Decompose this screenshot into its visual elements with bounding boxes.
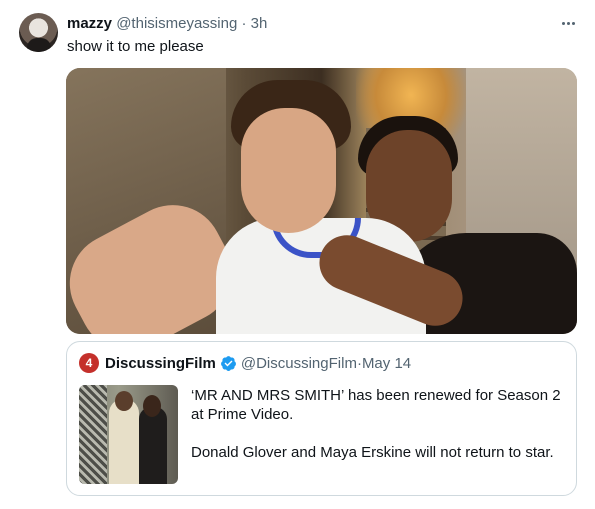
quoted-text-paragraph: Donald Glover and Maya Erskine will not … [191, 444, 554, 461]
quoted-tweet-text: ‘MR AND MRS SMITH’ has been renewed for … [191, 386, 567, 462]
tweet[interactable]: mazzy @thisismeyassing · 3h show it to m… [0, 0, 595, 509]
more-icon[interactable] [557, 14, 579, 32]
tweet-timestamp[interactable]: 3h [251, 15, 268, 32]
quoted-author-name[interactable]: DiscussingFilm [105, 355, 216, 372]
quoted-tweet-timestamp[interactable]: May 14 [362, 355, 411, 372]
tweet-text: show it to me please [67, 38, 204, 55]
author-handle[interactable]: @thisismeyassing [116, 15, 237, 32]
avatar[interactable] [19, 13, 58, 52]
tweet-photo[interactable] [66, 68, 577, 334]
quoted-tweet-thumbnail[interactable] [79, 385, 178, 484]
discussingfilm-logo: 4 [79, 353, 99, 373]
separator-dot: · [241, 15, 247, 32]
verified-badge-icon [220, 355, 236, 371]
quoted-text-paragraph: ‘MR AND MRS SMITH’ has been renewed for … [191, 387, 561, 423]
tweet-header: mazzy @thisismeyassing · 3h [67, 15, 267, 33]
author-name[interactable]: mazzy [67, 15, 112, 32]
quoted-tweet[interactable]: 4 DiscussingFilm @DiscussingFilm · May 1… [66, 341, 577, 496]
quoted-tweet-header: 4 DiscussingFilm @DiscussingFilm · May 1… [79, 353, 411, 373]
quoted-author-handle[interactable]: @DiscussingFilm [241, 355, 357, 372]
